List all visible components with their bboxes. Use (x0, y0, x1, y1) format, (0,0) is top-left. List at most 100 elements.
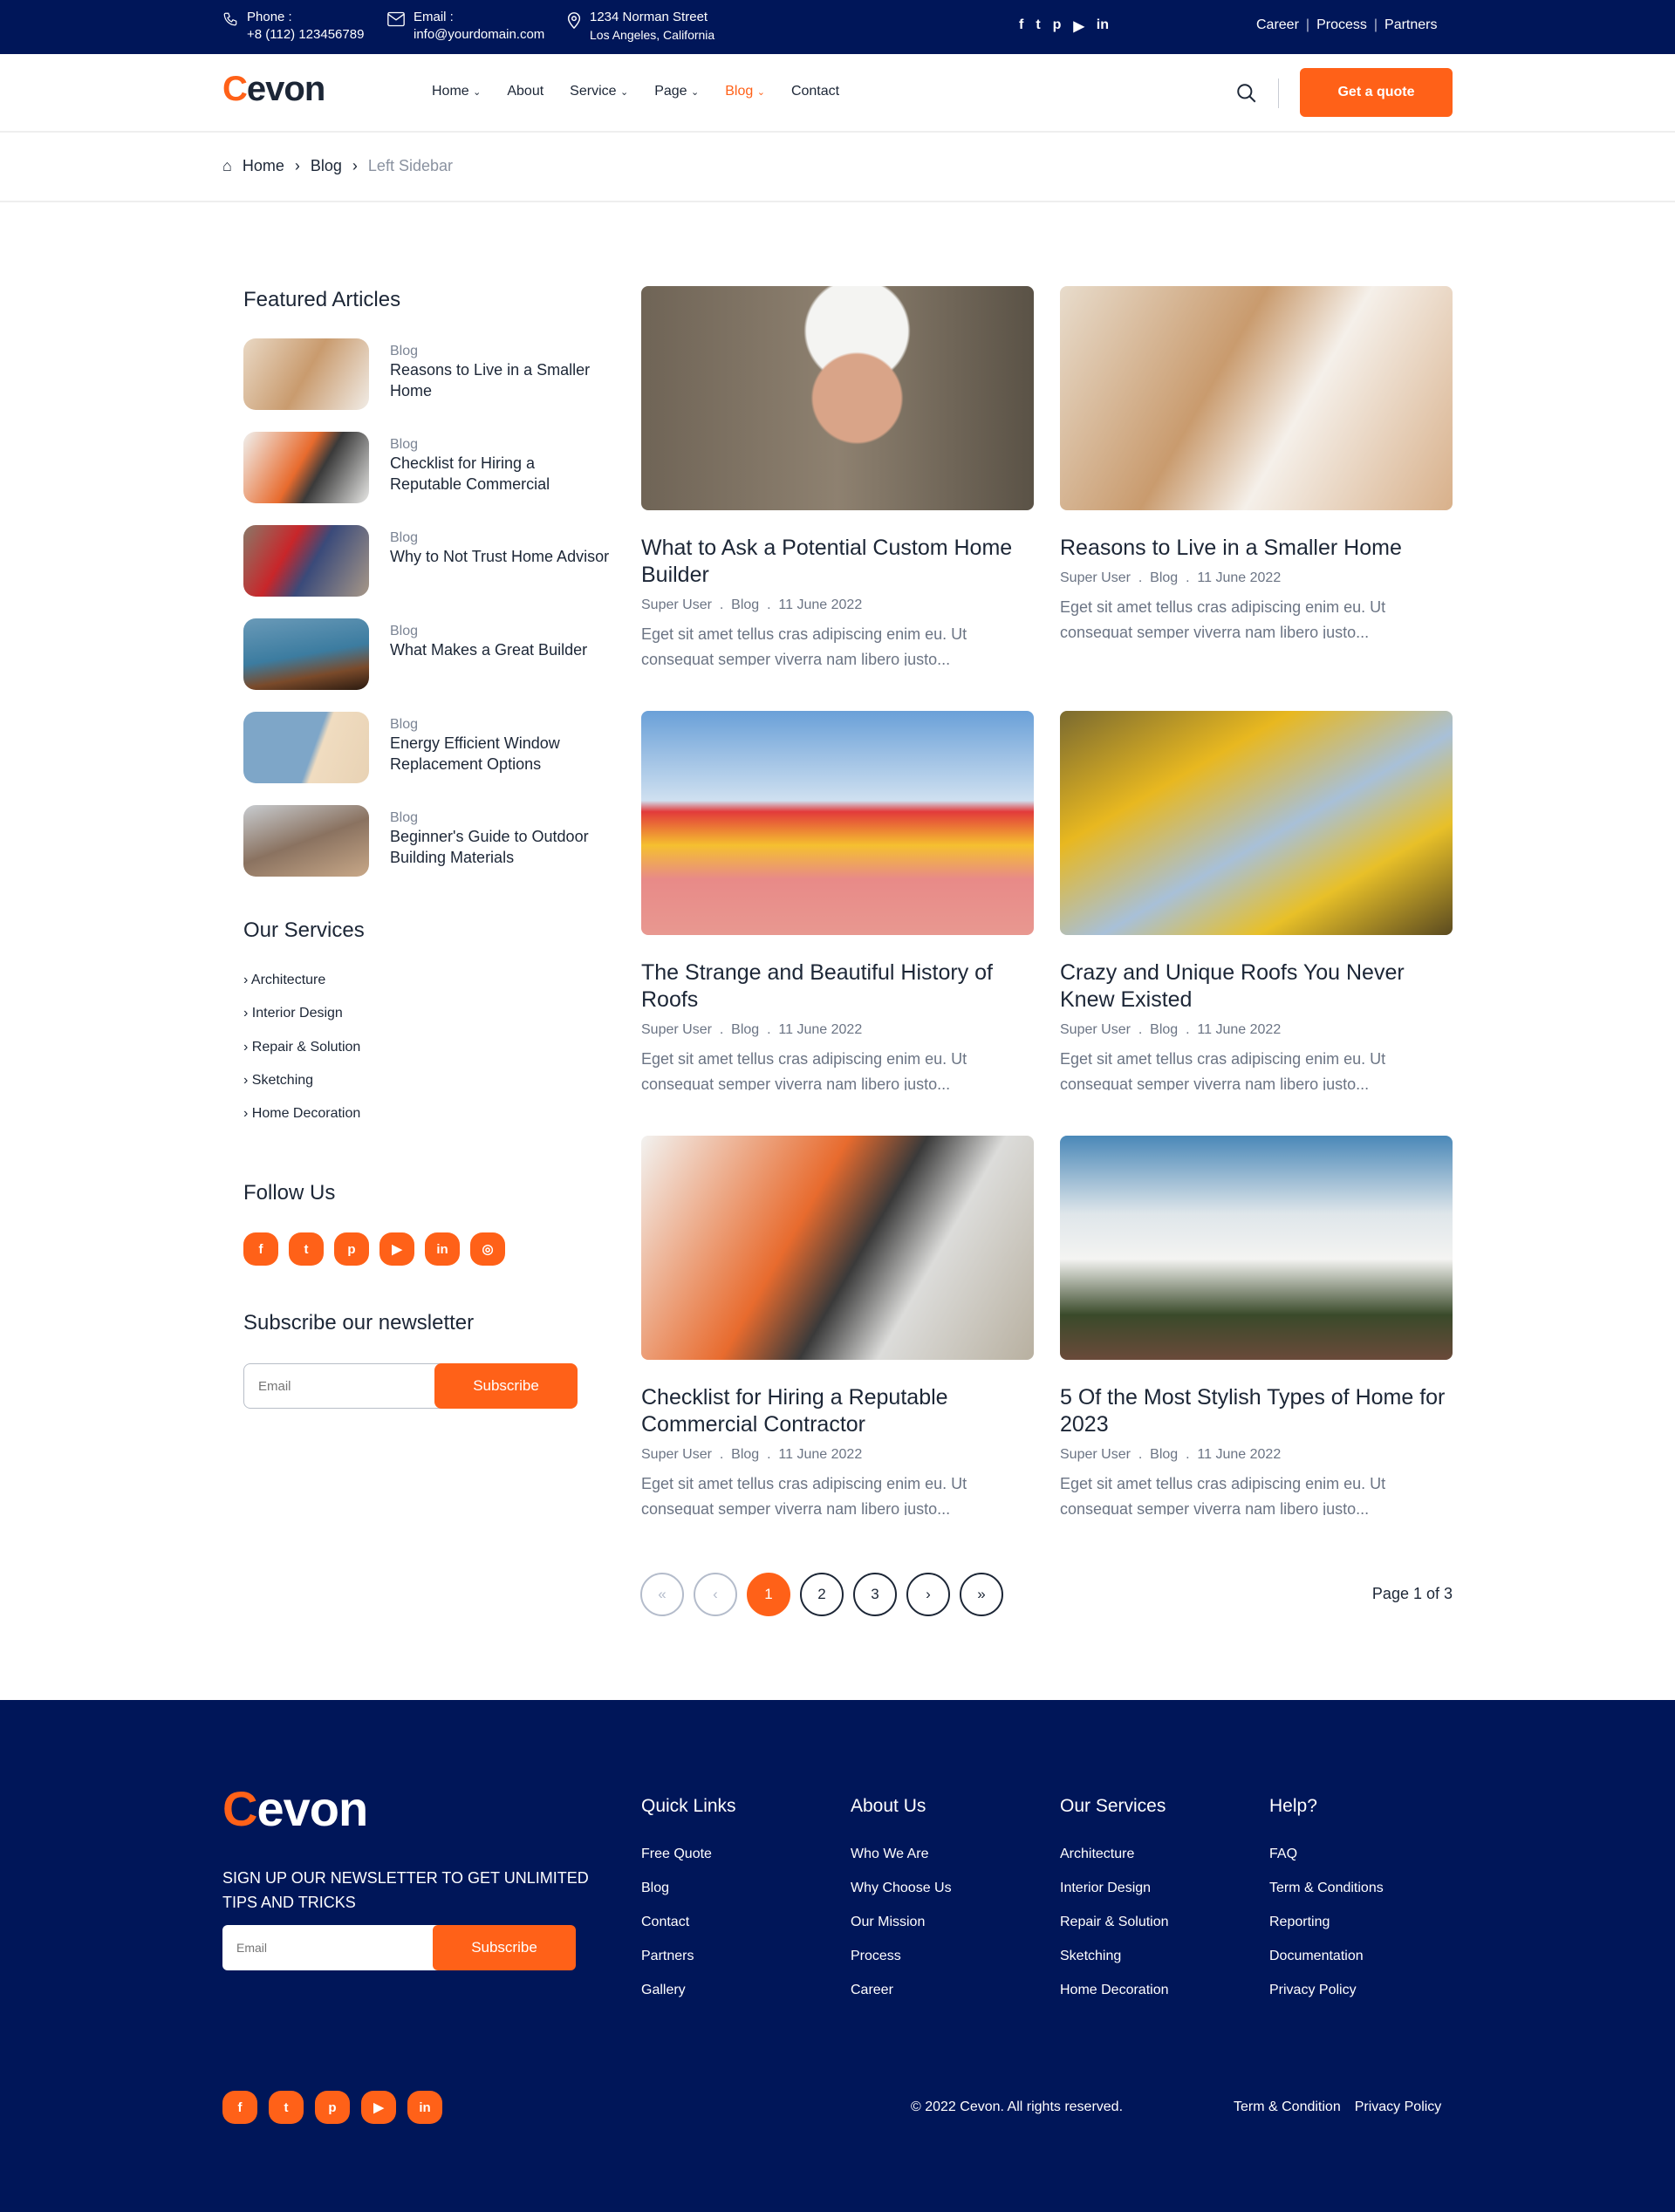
footer-link[interactable]: Process (851, 1949, 952, 1964)
nav-about[interactable]: About (507, 84, 544, 99)
post-card[interactable]: Crazy and Unique Roofs You Never Knew Ex… (1060, 711, 1453, 1090)
pinterest-icon[interactable]: p (315, 2091, 350, 2124)
post-meta: Super User . Blog . 11 June 2022 (1060, 1447, 1282, 1462)
footer-link[interactable]: Free Quote (641, 1847, 736, 1862)
featured-item[interactable]: Blog Checklist for Hiring a Reputable Com… (243, 432, 610, 503)
nav-service[interactable]: Service ⌄ (570, 84, 628, 99)
footer-link[interactable]: Sketching (1060, 1949, 1169, 1964)
footer-link[interactable]: Why Choose Us (851, 1881, 952, 1896)
footer-link[interactable]: Repair & Solution (1060, 1915, 1169, 1930)
youtube-icon[interactable]: ▶ (379, 1232, 414, 1266)
breadcrumb-blog[interactable]: Blog (311, 157, 342, 175)
footer-email-input[interactable] (222, 1925, 441, 1970)
featured-item[interactable]: Blog Energy Efficient Window Replacement … (243, 712, 610, 783)
sidebar-subscribe-button[interactable]: Subscribe (434, 1363, 578, 1409)
footer-link[interactable]: Our Mission (851, 1915, 952, 1930)
footer-link[interactable]: FAQ (1269, 1847, 1384, 1862)
footer-logo[interactable]: Cevon (222, 1780, 368, 1837)
pinterest-icon[interactable]: p (1053, 17, 1062, 35)
service-link[interactable]: › Sketching (243, 1073, 313, 1089)
nav-blog[interactable]: Blog ⌄ (725, 84, 765, 99)
youtube-icon[interactable]: ▶ (361, 2091, 396, 2124)
page-1-button[interactable]: 1 (747, 1573, 790, 1616)
footer-link[interactable]: Gallery (641, 1983, 736, 1998)
featured-item[interactable]: Blog Beginner's Guide to Outdoor Building… (243, 805, 610, 877)
linkedin-icon[interactable]: in (425, 1232, 460, 1266)
partners-link[interactable]: Partners (1384, 17, 1437, 33)
twitter-icon[interactable]: t (269, 2091, 304, 2124)
featured-item[interactable]: Blog Reasons to Live in a Smaller Home (243, 338, 610, 410)
linkedin-icon[interactable]: in (1097, 17, 1109, 35)
post-category[interactable]: Blog (731, 597, 759, 612)
twitter-icon[interactable]: t (1036, 17, 1040, 35)
footer-link[interactable]: Reporting (1269, 1915, 1384, 1930)
footer-link[interactable]: Career (851, 1983, 952, 1998)
prev-page-button[interactable]: ‹ (694, 1573, 737, 1616)
post-title[interactable]: The Strange and Beautiful History of Roo… (641, 959, 1034, 1014)
last-page-button[interactable]: » (960, 1573, 1003, 1616)
career-link[interactable]: Career (1256, 17, 1299, 33)
post-category[interactable]: Blog (731, 1022, 759, 1037)
service-link[interactable]: › Repair & Solution (243, 1040, 360, 1055)
post-category[interactable]: Blog (731, 1447, 759, 1462)
post-card[interactable]: What to Ask a Potential Custom Home Buil… (641, 286, 1034, 666)
post-category[interactable]: Blog (1150, 1447, 1178, 1462)
page-2-button[interactable]: 2 (800, 1573, 844, 1616)
service-link[interactable]: › Home Decoration (243, 1106, 360, 1122)
footer: Cevon SIGN UP OUR NEWSLETTER TO GET UNLI… (0, 1700, 1675, 2212)
footer-link[interactable]: Architecture (1060, 1847, 1169, 1862)
service-label: Architecture (250, 973, 326, 987)
facebook-icon[interactable]: f (243, 1232, 278, 1266)
breadcrumb-home[interactable]: Home (243, 157, 284, 175)
footer-link[interactable]: Who We Are (851, 1847, 952, 1862)
featured-item[interactable]: Blog What Makes a Great Builder (243, 618, 610, 690)
post-title[interactable]: Crazy and Unique Roofs You Never Knew Ex… (1060, 959, 1453, 1014)
privacy-link[interactable]: Privacy Policy (1355, 2099, 1442, 2115)
search-icon[interactable] (1235, 82, 1258, 105)
page-3-button[interactable]: 3 (853, 1573, 897, 1616)
nav-page[interactable]: Page ⌄ (654, 84, 699, 99)
footer-link[interactable]: Interior Design (1060, 1881, 1169, 1896)
post-title[interactable]: 5 Of the Most Stylish Types of Home for … (1060, 1384, 1453, 1438)
youtube-icon[interactable]: ▶ (1073, 17, 1084, 35)
post-card[interactable]: 5 Of the Most Stylish Types of Home for … (1060, 1136, 1453, 1515)
post-title[interactable]: Checklist for Hiring a Reputable Commerc… (641, 1384, 1034, 1438)
logo[interactable]: Cevon (222, 70, 325, 109)
email-address[interactable]: info@yourdomain.com (414, 26, 544, 44)
footer-link[interactable]: Privacy Policy (1269, 1983, 1384, 1998)
footer-link[interactable]: Term & Conditions (1269, 1881, 1384, 1896)
footer-link[interactable]: Blog (641, 1881, 736, 1896)
post-card[interactable]: Checklist for Hiring a Reputable Commerc… (641, 1136, 1034, 1515)
first-page-button[interactable]: « (640, 1573, 684, 1616)
nav-home[interactable]: Home ⌄ (432, 84, 481, 99)
post-category[interactable]: Blog (1150, 1022, 1178, 1037)
footer-subscribe-button[interactable]: Subscribe (433, 1925, 576, 1970)
post-title[interactable]: What to Ask a Potential Custom Home Buil… (641, 535, 1034, 589)
linkedin-icon[interactable]: in (407, 2091, 442, 2124)
post-title[interactable]: Reasons to Live in a Smaller Home (1060, 535, 1453, 562)
featured-item[interactable]: Blog Why to Not Trust Home Advisor (243, 525, 610, 597)
twitter-icon[interactable]: t (289, 1232, 324, 1266)
process-link[interactable]: Process (1316, 17, 1367, 33)
post-card[interactable]: The Strange and Beautiful History of Roo… (641, 711, 1034, 1090)
next-page-button[interactable]: › (906, 1573, 950, 1616)
footer-link[interactable]: Contact (641, 1915, 736, 1930)
instagram-icon[interactable]: ◎ (470, 1232, 505, 1266)
terms-link[interactable]: Term & Condition (1234, 2099, 1341, 2115)
phone-number[interactable]: +8 (112) 123456789 (247, 26, 364, 44)
footer-link[interactable]: Home Decoration (1060, 1983, 1169, 1998)
sidebar-email-input[interactable] (243, 1363, 444, 1409)
featured-thumbnail (243, 618, 369, 690)
get-quote-button[interactable]: Get a quote (1300, 68, 1453, 117)
pinterest-icon[interactable]: p (334, 1232, 369, 1266)
service-link[interactable]: › Architecture (243, 973, 325, 988)
service-link[interactable]: › Interior Design (243, 1006, 343, 1021)
footer-link[interactable]: Partners (641, 1949, 736, 1964)
post-card[interactable]: Reasons to Live in a Smaller Home Super U… (1060, 286, 1453, 638)
facebook-icon[interactable]: f (1019, 17, 1023, 35)
facebook-icon[interactable]: f (222, 2091, 257, 2124)
post-meta: Super User . Blog . 11 June 2022 (1060, 1022, 1282, 1037)
post-category[interactable]: Blog (1150, 570, 1178, 585)
footer-link[interactable]: Documentation (1269, 1949, 1384, 1964)
nav-contact[interactable]: Contact (791, 84, 839, 99)
